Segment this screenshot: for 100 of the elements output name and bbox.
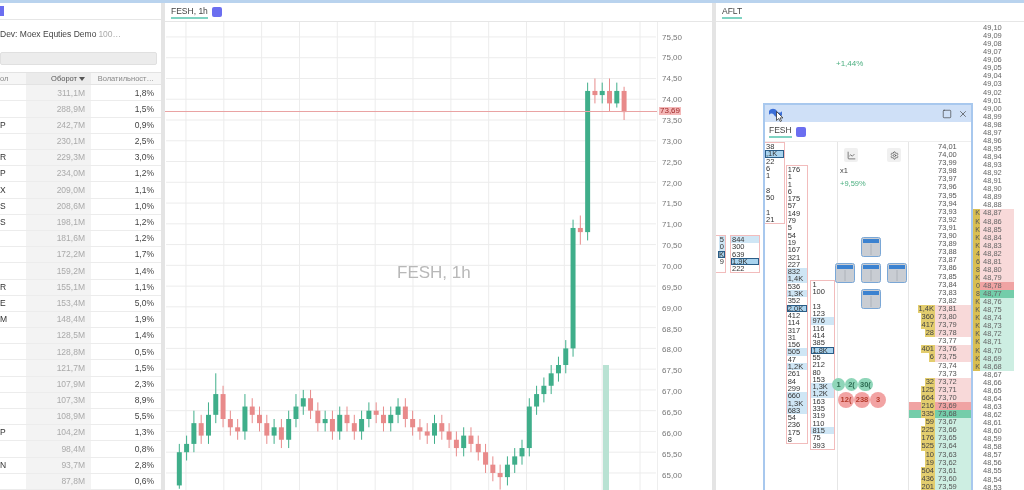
volatility-cell-text: 1,7% [133,248,155,262]
ticker-cell: S [0,216,6,229]
price-label: 71,00 [662,220,683,230]
turnover-cell: 98,4M [26,441,91,457]
candlestick [329,410,335,441]
candlestick [257,406,263,432]
candlestick [227,410,233,437]
volatility-cell-text: 1,4% [133,329,155,343]
turnover-cell: 311,1M [26,85,91,101]
candlestick [614,82,620,109]
turnover-cell: 288,9M [26,101,91,117]
candlestick [548,364,554,395]
price-label: 73,50 [662,115,683,125]
candlestick [351,414,357,441]
candlestick [373,401,379,424]
ticker-cell: S [0,199,6,213]
price-label: 65,00 [662,470,683,480]
dock-window-icon[interactable] [861,288,881,309]
chart-tab[interactable]: FESH, 1h [171,5,208,19]
instrument-tab[interactable]: AFLT [722,5,743,19]
candlestick [461,426,467,457]
candlestick [468,426,474,453]
candlestick [205,401,211,445]
volatility-cell-text: 1,8% [133,86,155,100]
dock-window-icon[interactable] [835,262,855,283]
candlestick [599,82,605,104]
volatility-cell-text: 1,3% [133,426,155,440]
candlestick [402,397,408,428]
volatility-cell-text: 2,8% [133,458,155,472]
candlestick [417,418,423,441]
candlestick [322,410,328,432]
price-label: 68,00 [662,345,683,355]
price-label: 65,50 [662,449,683,459]
volatility-cell-text: 8,9% [133,394,155,407]
chart-watermark: FESH, 1h [397,262,471,284]
price-label: 69,00 [662,303,683,313]
candlestick [271,418,277,445]
dock-window-icon[interactable] [887,262,907,283]
candlestick [278,418,284,449]
price-label: 75,00 [662,53,683,63]
chart-scale-button[interactable] [844,148,858,162]
ticker-cell: R [0,280,7,294]
volatility-cell-text: 1,2% [133,167,155,181]
turnover-cell: 128,5M [26,328,91,344]
candlestick [577,215,583,246]
price-label: 72,50 [662,157,683,167]
candlestick [344,406,350,432]
cursor-icon [776,111,783,122]
candlestick [388,406,394,432]
candlestick [293,393,299,428]
candlestick [512,447,518,474]
candlestick [607,77,612,113]
candlestick [264,414,270,445]
price-label: 69,50 [662,282,683,292]
volatility-cell-text: 1,1% [133,183,155,197]
price-label: 71,50 [662,199,683,209]
instrument-tab[interactable]: FESH [769,125,792,138]
settings-button[interactable] [887,148,901,162]
turnover-cell: 159,2M [26,263,91,279]
volatility-cell-text: 1,5% [133,102,155,116]
candlestick [424,422,430,445]
volatility-cell-text: 1,5% [133,361,155,375]
color-tag-icon [0,5,4,16]
price-label: 72,00 [662,178,683,188]
dock-window-icon[interactable] [861,236,881,257]
volatility-cell-text: 1,0% [133,199,155,213]
price-label: 74,50 [662,74,683,84]
candlestick [541,376,547,403]
ticker-cell: P [0,167,6,181]
candlestick [308,389,314,420]
candlestick [359,410,365,441]
turnover-cell: 234,0M [26,166,91,182]
volatility-cell-text: 1,2% [133,232,155,245]
candlestick [184,435,190,462]
volatility-cell-text: 1,2% [133,216,155,229]
candlestick [366,401,372,428]
account-number: 100… [98,28,122,42]
candlestick [286,410,292,449]
account-name: Dev: Moex Equties Demo [0,28,97,42]
search-field[interactable] [0,51,157,65]
price-label: 70,50 [662,241,683,251]
turnover-cell: 121,7M [26,360,91,376]
dock-window-icon[interactable] [861,262,881,283]
candlestick [337,406,343,441]
candlestick [497,464,503,490]
volatility-cell-text: 1,1% [133,280,155,294]
sort-down-icon [79,76,85,81]
turnover-cell: 229,3M [26,150,91,166]
candlestick [432,414,437,445]
volatility-cell-text: 5,0% [133,296,155,310]
close-icon[interactable] [958,108,968,119]
price-label: 68,50 [662,324,683,334]
price-label: 75,50 [662,32,683,42]
ticker-cell: N [0,458,7,472]
candlestick [621,86,627,121]
candlestick [395,397,401,424]
ticker-cell: X [0,183,6,197]
ticker-cell: P [0,426,6,440]
maximize-icon[interactable] [942,108,952,119]
candlestick [191,410,197,453]
